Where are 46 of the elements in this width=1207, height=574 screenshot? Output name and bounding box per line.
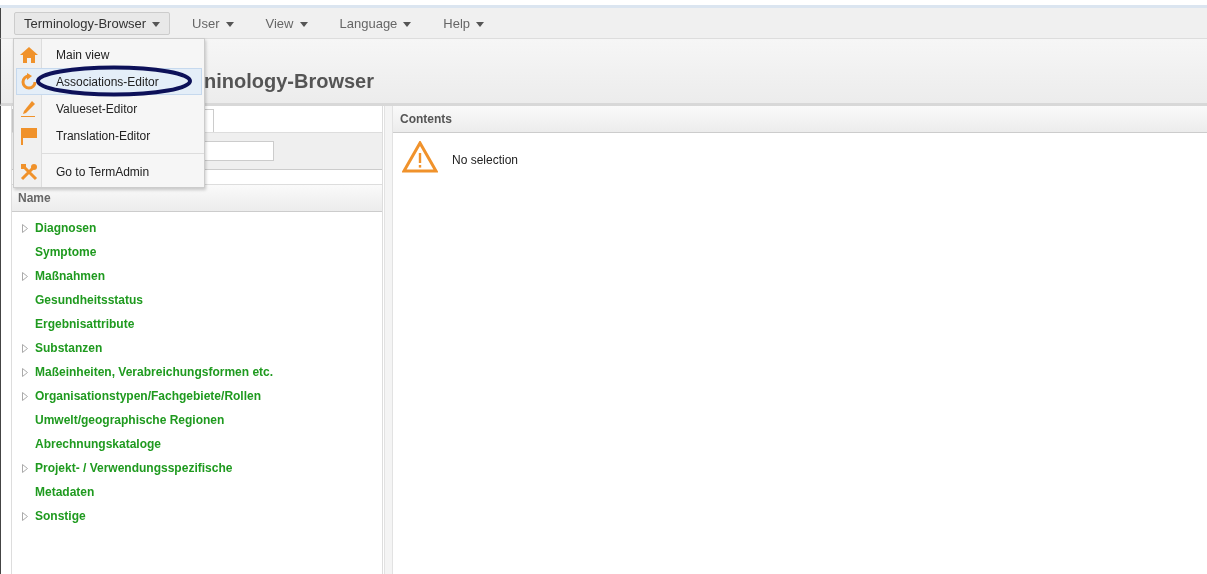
tree-item[interactable]: Abrechnungskataloge <box>35 437 162 451</box>
tools-icon <box>20 162 38 181</box>
tree-item[interactable]: Ergebnisattribute <box>35 317 135 331</box>
menu-item[interactable]: Main view <box>16 41 202 68</box>
warning-icon <box>402 141 438 173</box>
home-icon <box>20 46 38 63</box>
caret-icon <box>152 22 161 27</box>
status-message: No selection <box>452 153 519 167</box>
expand-icon[interactable] <box>22 343 28 353</box>
flag-icon <box>20 126 38 145</box>
tree-item[interactable]: Maßeinheiten, Verabreichungsformen etc. <box>35 365 274 379</box>
app-title: ninology-Browser <box>204 70 374 93</box>
tree-item[interactable]: Organisationstypen/Fachgebiete/Rollen <box>35 389 262 403</box>
expand-icon[interactable] <box>22 463 28 473</box>
caret-icon <box>403 22 412 27</box>
expand-icon[interactable] <box>22 271 28 281</box>
menu-item[interactable]: Translation-Editor <box>16 122 202 149</box>
menu-button[interactable]: Help <box>433 11 495 35</box>
column-header[interactable]: Name <box>12 184 382 212</box>
expand-icon[interactable] <box>22 391 28 401</box>
tree-item[interactable]: Diagnosen <box>35 221 97 235</box>
tree-item[interactable]: Projekt- / Verwendungsspezifische <box>35 461 233 475</box>
tree-item[interactable]: Gesundheitsstatus <box>35 293 144 307</box>
menu-item[interactable]: Associations-Editor <box>16 68 202 95</box>
menu-button[interactable]: View <box>255 11 318 35</box>
panel-header: Contents <box>393 106 1207 133</box>
pencil-icon <box>21 99 37 118</box>
tree-item[interactable]: Umwelt/geographische Regionen <box>35 413 225 427</box>
splitter-handle[interactable] <box>384 106 393 574</box>
caret-icon <box>225 22 234 27</box>
tree-item[interactable]: Metadaten <box>35 485 95 499</box>
menu-item[interactable]: Valueset-Editor <box>16 95 202 122</box>
caret-icon <box>476 22 485 27</box>
tree-item[interactable]: Maßnahmen <box>35 269 105 283</box>
menu-item[interactable]: Go to TermAdmin <box>16 158 202 185</box>
tree-item[interactable]: Sonstige <box>35 509 86 523</box>
expand-icon[interactable] <box>22 223 28 233</box>
expand-icon[interactable] <box>22 511 28 521</box>
menu-button[interactable]: Language <box>329 11 422 35</box>
tree-item[interactable]: Substanzen <box>35 341 103 355</box>
refresh-icon <box>20 72 38 91</box>
caret-icon <box>299 22 308 27</box>
menu-button[interactable]: User <box>182 11 244 35</box>
menu-button[interactable]: Terminology-Browser <box>14 11 171 35</box>
expand-icon[interactable] <box>22 367 28 377</box>
tree-item[interactable]: Symptome <box>35 245 97 259</box>
